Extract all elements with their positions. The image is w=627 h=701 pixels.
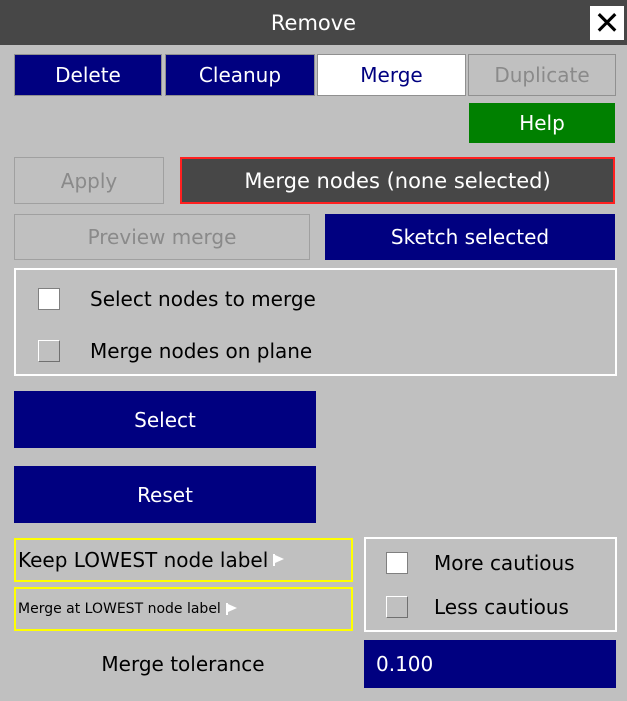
merge-at-node-label-text: Merge at LOWEST node label [18,601,221,617]
merge-on-plane-checkbox[interactable] [38,340,60,362]
tab-delete[interactable]: Delete [14,54,162,96]
more-cautious-option[interactable]: More cautious [386,546,611,580]
select-button[interactable]: Select [14,391,316,448]
more-cautious-label: More cautious [434,551,575,575]
less-cautious-label: Less cautious [434,595,569,619]
tab-cleanup[interactable]: Cleanup [165,54,315,96]
merge-on-plane-label: Merge nodes on plane [90,339,313,363]
tab-duplicate[interactable]: Duplicate [468,54,616,96]
window-title: Remove [270,10,357,35]
close-icon[interactable]: ✕ [590,6,624,40]
preview-merge-button[interactable]: Preview merge [14,214,310,260]
merge-tolerance-label: Merge tolerance [101,652,265,676]
reset-button[interactable]: Reset [14,466,316,523]
select-nodes-option[interactable]: Select nodes to merge [38,282,598,316]
tab-merge[interactable]: Merge [317,54,466,96]
help-button[interactable]: Help [469,103,615,143]
popup-arrow-icon [273,554,285,566]
merge-status-display: Merge nodes (none selected) [180,157,615,204]
more-cautious-checkbox[interactable] [386,552,408,574]
merge-at-node-label-dropdown[interactable]: Merge at LOWEST node label [14,587,353,631]
apply-button[interactable]: Apply [14,157,164,204]
merge-tolerance-input[interactable]: 0.100 [364,640,616,688]
popup-arrow-icon [225,603,237,615]
keep-node-label-dropdown[interactable]: Keep LOWEST node label [14,538,353,582]
less-cautious-checkbox[interactable] [386,596,408,618]
keep-node-label-text: Keep LOWEST node label [18,548,269,572]
merge-on-plane-option[interactable]: Merge nodes on plane [38,334,598,368]
less-cautious-option[interactable]: Less cautious [386,590,611,624]
sketch-selected-button[interactable]: Sketch selected [325,214,615,260]
select-nodes-checkbox[interactable] [38,288,60,310]
select-nodes-label: Select nodes to merge [90,287,316,311]
